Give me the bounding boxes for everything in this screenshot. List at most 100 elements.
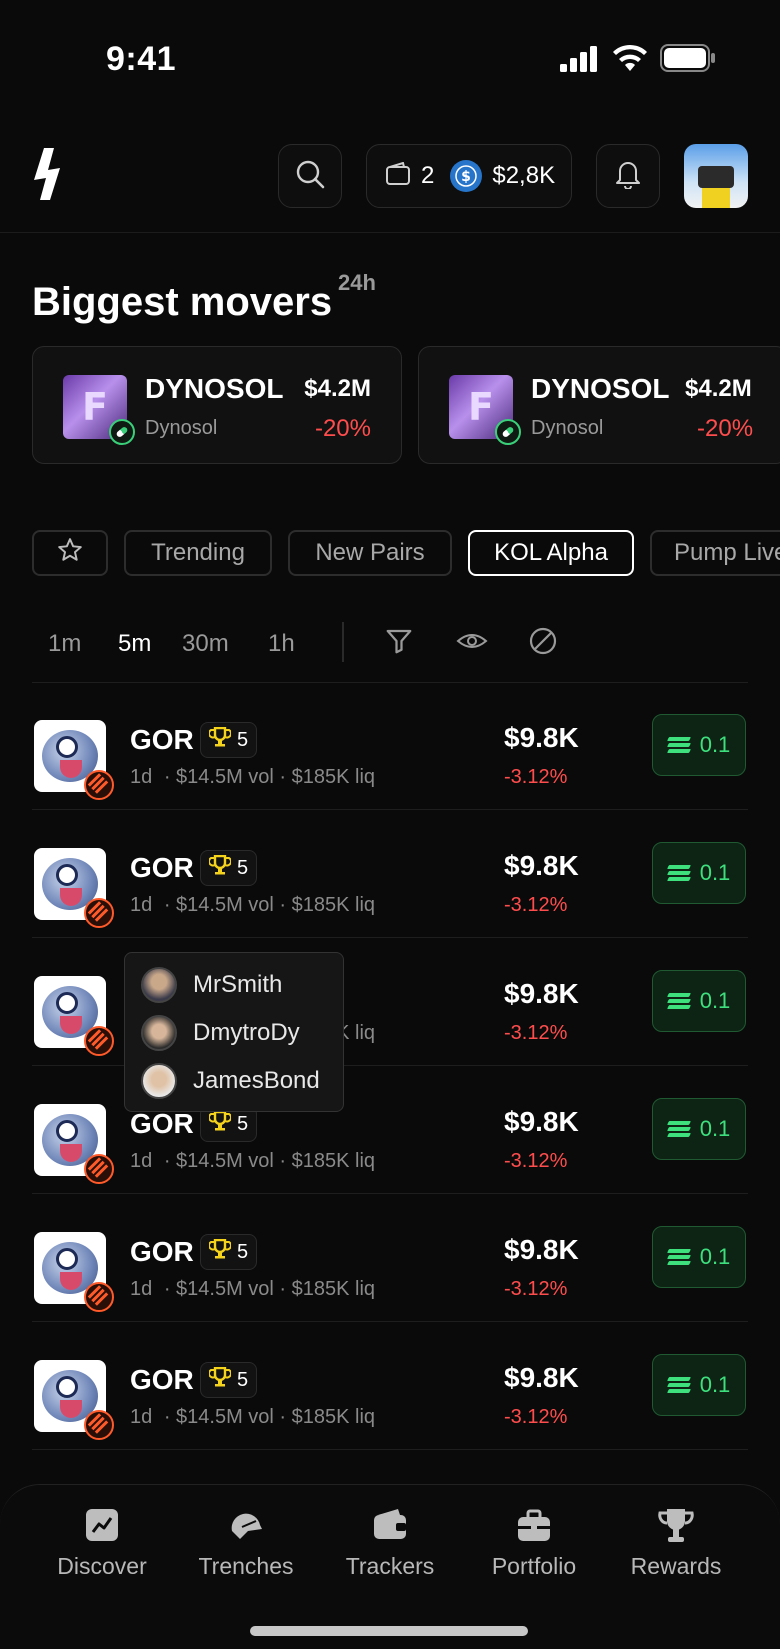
rank-value: 5: [237, 1368, 249, 1391]
quick-buy-amount: 0.1: [699, 988, 731, 1013]
solana-icon: [666, 865, 691, 881]
nav-portfolio[interactable]: Portfolio: [456, 1505, 612, 1580]
kol-item[interactable]: MrSmith: [125, 961, 343, 1009]
kol-item[interactable]: DmytroDy: [125, 1009, 343, 1057]
trophy-icon: [208, 1366, 232, 1393]
mover-card[interactable]: F DYNOSOL Dynosol $4.2M -20%: [418, 346, 780, 464]
token-ticker: GOR: [130, 852, 194, 883]
mover-card[interactable]: F DYNOSOL Dynosol $4.2M -20%: [32, 346, 402, 464]
flame-icon: [84, 1154, 114, 1184]
wallet-icon: [370, 1505, 410, 1545]
token-meta: 1d · $14.5M vol · $185K liq: [130, 1150, 375, 1173]
timeframe-1h[interactable]: 1h: [268, 630, 295, 658]
timeframe-30m[interactable]: 30m: [182, 630, 229, 658]
signal-icon: [560, 46, 600, 72]
token-ticker: GOR: [130, 1108, 194, 1139]
notifications-button[interactable]: [596, 144, 660, 208]
star-icon: [57, 537, 83, 570]
nav-trenches[interactable]: Trenches: [168, 1505, 324, 1580]
token-price: $9.8K: [504, 722, 579, 753]
trophy-icon: [208, 726, 232, 753]
favorites-chip[interactable]: [32, 530, 108, 576]
token-meta: 1d · $14.5M vol · $185K liq: [130, 1406, 375, 1429]
token-row[interactable]: GOR51d · $14.5M vol · $185K liq$9.8K-3.1…: [0, 810, 780, 938]
quick-buy-button[interactable]: 0.1: [652, 970, 746, 1032]
quick-buy-amount: 0.1: [699, 732, 731, 757]
bottom-nav: Discover Trenches Trackers Portfolio Rew…: [0, 1484, 780, 1649]
kol-item[interactable]: JamesBond: [125, 1057, 343, 1105]
mover-name: Dynosol: [145, 417, 218, 439]
token-ticker: GOR: [130, 724, 194, 755]
token-row[interactable]: GOR51d · $14.5M vol · $185K liq$9.8K-3.1…: [0, 1194, 780, 1322]
token-row[interactable]: GOR51d · $14.5M vol · $185K liq$9.8K-3.1…: [0, 1066, 780, 1194]
flame-icon: [84, 1282, 114, 1312]
section-title-movers: Biggest movers: [32, 280, 333, 324]
quick-buy-button[interactable]: 0.1: [652, 1098, 746, 1160]
token-ticker: GOR: [130, 1364, 194, 1395]
kol-name: DmytroDy: [193, 1019, 300, 1046]
token-age: 1d: [130, 894, 153, 916]
mover-value: $4.2M: [685, 375, 752, 402]
nav-rewards[interactable]: Rewards: [598, 1505, 754, 1580]
eye-icon[interactable]: [456, 626, 488, 661]
quick-buy-button[interactable]: 0.1: [652, 1354, 746, 1416]
flame-icon: [84, 1026, 114, 1056]
svg-text:$: $: [461, 169, 471, 185]
kol-name: JamesBond: [193, 1067, 320, 1094]
token-age: 1d: [130, 766, 153, 788]
quick-buy-amount: 0.1: [699, 1116, 731, 1141]
rank-badge: 5: [200, 1234, 258, 1270]
token-change: -3.12%: [504, 1278, 568, 1300]
rank-value: 5: [237, 728, 249, 751]
flame-icon: [84, 1410, 114, 1440]
helmet-icon: [226, 1505, 266, 1545]
user-avatar[interactable]: [684, 144, 748, 208]
token-price: $9.8K: [504, 1362, 579, 1393]
token-volume: · $14.5M vol · $185K liq: [163, 1278, 376, 1300]
token-volume: · $14.5M vol · $185K liq: [163, 1150, 376, 1172]
nav-label: Trackers: [345, 1553, 435, 1579]
token-change: -3.12%: [504, 894, 568, 916]
toolbar-divider: [342, 622, 344, 662]
token-row[interactable]: GOR 5 1d · $14.5M vol · $185K liq $9.8K -3.1…: [0, 682, 780, 810]
solana-icon: [666, 737, 691, 753]
token-row[interactable]: GOR51d · $14.5M vol · $185K liq$9.8K-3.1…: [0, 938, 780, 1066]
mover-change: -20%: [697, 415, 754, 442]
nav-trackers[interactable]: Trackers: [312, 1505, 468, 1580]
token-change: -3.12%: [504, 766, 568, 788]
search-icon: [295, 159, 325, 194]
tab-kol-alpha[interactable]: KOL Alpha: [468, 530, 634, 576]
tab-new-pairs[interactable]: New Pairs: [288, 530, 452, 576]
quick-buy-button[interactable]: 0.1: [652, 1226, 746, 1288]
quick-buy-button[interactable]: 0.1: [652, 842, 746, 904]
solana-icon: [666, 1377, 691, 1393]
tab-pump-live-label: Pump Live: [674, 539, 780, 566]
mover-value: $4.2M: [304, 375, 371, 402]
timeframe-1m[interactable]: 1m: [48, 630, 81, 658]
token-volume: · $14.5M vol · $185K liq: [163, 894, 376, 916]
wallet-icon: [385, 161, 411, 191]
token-price: $9.8K: [504, 978, 579, 1009]
filter-icon[interactable]: [384, 626, 414, 661]
chart-icon: [82, 1505, 122, 1545]
pill-icon: [495, 419, 521, 445]
tab-trending[interactable]: Trending: [124, 530, 272, 576]
nav-discover[interactable]: Discover: [24, 1505, 180, 1580]
tab-pump-live[interactable]: Pump Live: [650, 530, 780, 576]
search-button[interactable]: [278, 144, 342, 208]
block-icon[interactable]: [528, 626, 558, 661]
quick-buy-amount: 0.1: [699, 860, 731, 885]
movers-period: 24h: [338, 270, 376, 295]
token-meta: 1d · $14.5M vol · $185K liq: [130, 894, 375, 917]
token-volume: · $14.5M vol · $185K liq: [163, 1406, 376, 1428]
token-age: 1d: [130, 1150, 153, 1172]
rank-badge: 5: [200, 1362, 258, 1398]
token-row[interactable]: GOR51d · $14.5M vol · $185K liq$9.8K-3.1…: [0, 1322, 780, 1450]
token-meta: 1d · $14.5M vol · $185K liq: [130, 766, 375, 789]
wifi-icon: [612, 44, 648, 72]
timeframe-5m[interactable]: 5m: [118, 630, 151, 658]
quick-buy-button[interactable]: 0.1: [652, 714, 746, 776]
solana-icon: [666, 1121, 691, 1137]
app-logo[interactable]: [30, 148, 64, 200]
wallet-balance-button[interactable]: 2 $ $2,8K: [366, 144, 572, 208]
